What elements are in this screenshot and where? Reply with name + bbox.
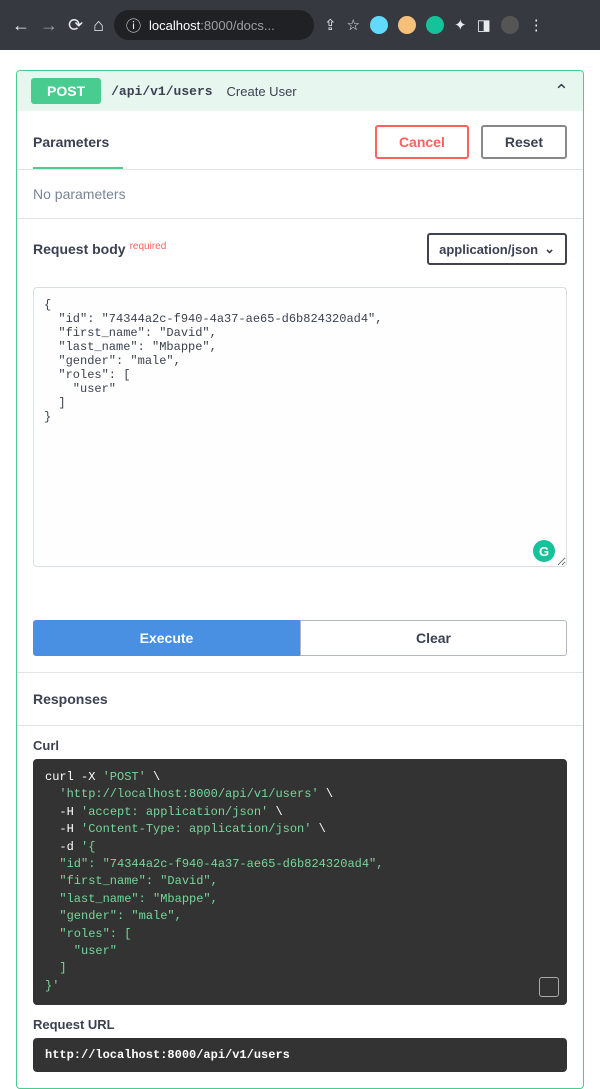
sidepanel-icon[interactable]: ◨ (477, 16, 491, 34)
request-body-header: Request bodyrequired application/json ⌄ (17, 219, 583, 279)
chevron-down-icon: ⌄ (544, 241, 555, 257)
request-body-title: Request bodyrequired (33, 241, 166, 257)
back-icon[interactable]: ← (12, 15, 30, 36)
share-icon[interactable]: ⇪ (324, 16, 337, 34)
chevron-up-icon[interactable]: ⌃ (554, 81, 569, 102)
endpoint-header[interactable]: POST /api/v1/users Create User ⌃ (17, 71, 583, 111)
grammarly-icon[interactable] (426, 16, 444, 34)
endpoint-summary: Create User (227, 84, 297, 99)
page-content: POST /api/v1/users Create User ⌃ Paramet… (0, 50, 600, 1089)
curl-block[interactable]: curl -X 'POST' \ 'http://localhost:8000/… (33, 759, 567, 1005)
execute-button[interactable]: Execute (33, 620, 300, 656)
bookmark-icon[interactable]: ☆ (347, 16, 360, 34)
content-type-select[interactable]: application/json ⌄ (427, 233, 567, 265)
parameters-header: Parameters Cancel Reset (17, 111, 583, 173)
curl-label: Curl (33, 726, 567, 759)
extensions-icon[interactable]: ✦ (454, 16, 467, 34)
clear-button[interactable]: Clear (300, 620, 567, 656)
method-badge: POST (31, 78, 101, 104)
forward-icon[interactable]: → (40, 15, 58, 36)
menu-icon[interactable]: ⋮ (529, 16, 544, 34)
url-text: localhost:8000/docs... (149, 18, 275, 33)
required-badge: required (130, 241, 167, 252)
address-bar[interactable]: ⓘ localhost:8000/docs... (114, 10, 314, 40)
profile-avatar[interactable] (501, 16, 519, 34)
responses-body: Curl curl -X 'POST' \ 'http://localhost:… (17, 726, 583, 1088)
endpoint-panel: POST /api/v1/users Create User ⌃ Paramet… (16, 70, 584, 1089)
reload-icon[interactable]: ⟳ (68, 15, 83, 36)
browser-toolbar: ← → ⟳ ⌂ ⓘ localhost:8000/docs... ⇪ ☆ ✦ ◨… (0, 0, 600, 50)
grammarly-badge-icon[interactable]: G (533, 540, 555, 562)
request-url-label: Request URL (33, 1005, 567, 1038)
request-url-block[interactable]: http://localhost:8000/api/v1/users (33, 1038, 567, 1072)
cancel-button[interactable]: Cancel (375, 125, 469, 159)
request-body-area: G (17, 279, 583, 600)
request-body-textarea[interactable] (33, 287, 567, 567)
endpoint-path: /api/v1/users (111, 84, 212, 99)
parameters-title: Parameters (33, 134, 109, 150)
copy-icon[interactable] (539, 977, 559, 997)
no-parameters-text: No parameters (17, 170, 583, 218)
execute-row: Execute Clear (17, 600, 583, 672)
home-icon[interactable]: ⌂ (93, 15, 104, 36)
extension-icon[interactable] (398, 16, 416, 34)
react-devtools-icon[interactable] (370, 16, 388, 34)
info-icon[interactable]: ⓘ (126, 15, 141, 36)
responses-title: Responses (17, 673, 583, 725)
reset-button[interactable]: Reset (481, 125, 567, 159)
